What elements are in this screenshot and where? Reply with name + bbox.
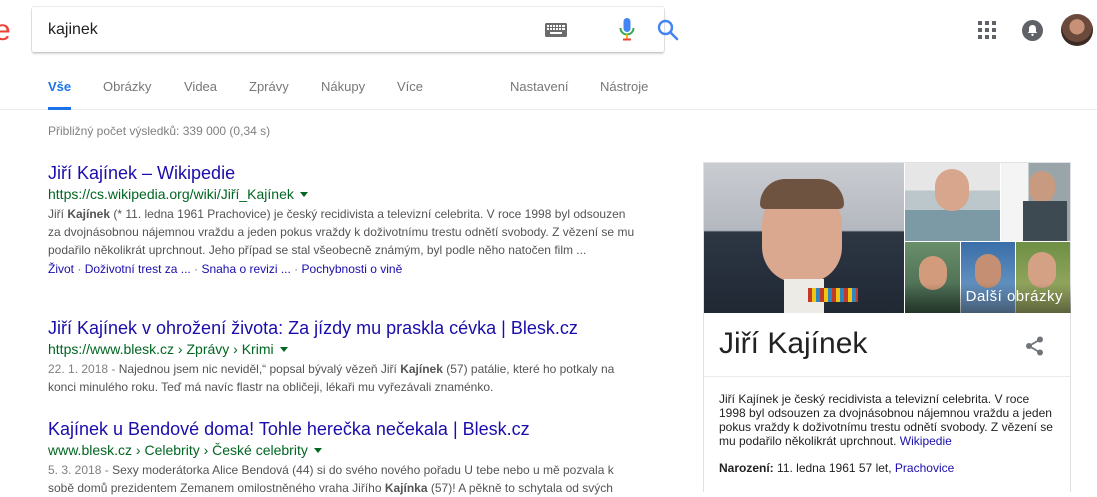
- snippet-text: (57)! A pěkně to schytala od svých: [427, 481, 613, 495]
- fact-label: Narození:: [719, 461, 774, 475]
- search-result: Jiří Kajínek – Wikipedie https://cs.wiki…: [48, 162, 638, 278]
- fact-value: 11. ledna 1961 57 let,: [777, 461, 892, 475]
- tab-news[interactable]: Zprávy: [249, 68, 289, 110]
- snippet-highlight: Kajínka: [384, 481, 428, 495]
- microphone-icon[interactable]: [619, 18, 635, 42]
- result-url-text: https://cs.wikipedia.org/wiki/Jiří_Kajín…: [48, 186, 294, 202]
- result-date: 5. 3. 2018: [48, 463, 102, 477]
- knowledge-panel-header: Jiří Kajínek: [704, 313, 1070, 377]
- keyboard-icon[interactable]: [545, 23, 567, 37]
- tab-images[interactable]: Obrázky: [103, 68, 151, 110]
- search-input[interactable]: [48, 7, 528, 52]
- tab-more[interactable]: Více: [397, 68, 423, 110]
- knowledge-panel-description: Jiří Kajínek je český recidivista a tele…: [719, 392, 1059, 448]
- sitelinks: Život · Doživotní trest za ... · Snaha o…: [48, 260, 638, 278]
- result-title-link[interactable]: Jiří Kajínek – Wikipedie: [48, 162, 638, 184]
- notifications-icon[interactable]: [1022, 20, 1043, 41]
- result-url: https://www.blesk.cz › Zprávy › Krimi: [48, 339, 638, 359]
- result-title-link[interactable]: Jiří Kajínek v ohrožení života: Za jízdy…: [48, 317, 638, 339]
- more-images-link[interactable]: Další obrázky: [905, 283, 1071, 313]
- knowledge-panel-thumbnail[interactable]: [905, 163, 1000, 241]
- result-stats: Přibližný počet výsledků: 339 000 (0,34 …: [48, 124, 271, 138]
- result-date: 22. 1. 2018: [48, 362, 109, 376]
- sitelink-separator: ·: [294, 262, 299, 276]
- url-dropdown-arrow-icon[interactable]: [299, 192, 308, 197]
- google-logo[interactable]: e: [0, 14, 11, 48]
- knowledge-panel: Další obrázky Jiří Kajínek Jiří Kajínek …: [703, 162, 1071, 492]
- header: e kajinek Vše Obrázky Videa Zprávy Nákup…: [0, 0, 1097, 110]
- knowledge-panel-thumbnail[interactable]: [1001, 163, 1070, 241]
- apps-grid-icon[interactable]: [978, 21, 996, 39]
- tab-tools[interactable]: Nástroje: [600, 68, 648, 110]
- result-url-text: https://www.blesk.cz › Zprávy › Krimi: [48, 341, 274, 357]
- knowledge-panel-title: Jiří Kajínek: [719, 327, 868, 360]
- search-result: Kajínek u Bendové doma! Tohle herečka ne…: [48, 418, 638, 497]
- sitelink-separator: ·: [77, 262, 82, 276]
- sitelink[interactable]: Snaha o revizi ...: [201, 262, 290, 276]
- account-avatar[interactable]: [1061, 14, 1093, 46]
- result-snippet: 5. 3. 2018 - Sexy moderátorka Alice Bend…: [48, 463, 614, 495]
- snippet-text: Jiří: [48, 207, 68, 221]
- url-dropdown-arrow-icon[interactable]: [313, 448, 322, 453]
- snippet-text: Najednou jsem nic neviděl,“ popsal býval…: [118, 362, 401, 376]
- birthplace-link[interactable]: Prachovice: [895, 461, 954, 475]
- sitelink[interactable]: Doživotní trest za ...: [85, 262, 191, 276]
- result-url-text: www.blesk.cz › Celebrity › České celebri…: [48, 442, 308, 458]
- result-snippet: Jiří Kajínek (* 11. ledna 1961 Prachovic…: [48, 205, 638, 259]
- tab-settings[interactable]: Nastavení: [510, 68, 569, 110]
- wikipedia-link[interactable]: Wikipedie: [900, 434, 952, 448]
- share-icon[interactable]: [1024, 335, 1046, 357]
- search-box[interactable]: [32, 7, 679, 52]
- sitelink[interactable]: Život: [48, 262, 74, 276]
- result-url: https://cs.wikipedia.org/wiki/Jiří_Kajín…: [48, 184, 638, 204]
- tab-all[interactable]: Vše: [48, 68, 72, 110]
- url-dropdown-arrow-icon[interactable]: [279, 347, 288, 352]
- result-url: www.blesk.cz › Celebrity › České celebri…: [48, 440, 638, 460]
- snippet-text: (* 11. ledna 1961 Prachovice) je český r…: [48, 207, 635, 257]
- result-snippet: 22. 1. 2018 - Najednou jsem nic neviděl,…: [48, 362, 615, 394]
- knowledge-panel-fact-born: Narození: 11. ledna 1961 57 let, Prachov…: [719, 461, 954, 475]
- snippet-highlight: Kajínek: [67, 207, 111, 221]
- tab-shopping[interactable]: Nákupy: [321, 68, 365, 110]
- sitelink[interactable]: Pochybnosti o vině: [302, 262, 403, 276]
- result-title-link[interactable]: Kajínek u Bendové doma! Tohle herečka ne…: [48, 418, 638, 440]
- tab-videos[interactable]: Videa: [184, 68, 217, 110]
- search-icon[interactable]: [656, 18, 680, 42]
- search-result: Jiří Kajínek v ohrožení života: Za jízdy…: [48, 317, 638, 396]
- knowledge-panel-main-photo[interactable]: [704, 163, 904, 313]
- description-text: Jiří Kajínek je český recidivista a tele…: [719, 392, 1053, 448]
- snippet-highlight: Kajínek: [400, 362, 443, 376]
